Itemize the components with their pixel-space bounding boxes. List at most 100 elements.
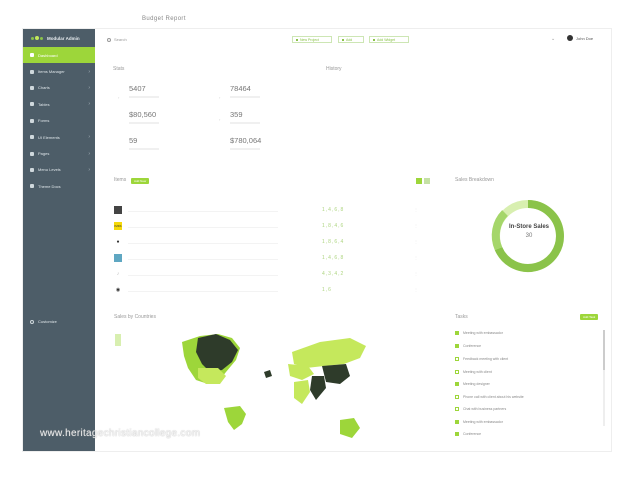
task-label: Meeting designer [463,382,490,386]
sidebar-item-label: Tables [38,101,50,107]
stat-caption [230,122,260,124]
watermark: www.heritagechristiancollege.com [40,428,201,439]
checkbox[interactable] [455,370,459,374]
item-menu-icon[interactable]: ⋮ [414,255,418,260]
search-input[interactable]: Search [107,37,127,42]
stat-value: $780,064 [230,136,262,145]
item-thumbnail [114,254,122,262]
tasks-title: Tasks [455,314,468,320]
stat-arrow-icon: › [118,95,120,100]
task-item[interactable]: Phone call with client about his website [455,395,524,399]
stat-caption [230,148,260,150]
book-icon [30,184,34,189]
stats-title: Stats [113,66,125,72]
task-label: Meeting with embassador [463,420,503,424]
logo-icon [31,36,43,40]
add-new-button[interactable]: Add New [131,178,150,184]
checkbox[interactable] [455,344,459,348]
file-icon [30,151,34,156]
sidebar-item-forms[interactable]: Forms [23,113,95,129]
map-zoom-controls[interactable] [115,334,121,346]
stat-value: $80,560 [129,110,157,119]
task-item[interactable]: Meeting with client [455,370,492,374]
plus-icon [373,38,375,41]
button-label: Add [346,37,353,42]
grid-icon [30,69,34,74]
map-region-china[interactable] [322,364,350,384]
map-region-uk[interactable] [264,370,272,378]
task-item[interactable]: Meeting designer [455,382,490,386]
sidebar-item-pages[interactable]: Pages › [23,145,95,161]
checkbox[interactable] [455,357,459,361]
stat-caption [129,122,159,124]
add-widget-button[interactable]: Add Widget [369,36,409,43]
checkbox[interactable] [455,395,459,399]
item-value: 1,8,4,6 [322,223,345,229]
item-menu-icon[interactable]: ⋮ [414,271,418,276]
brand[interactable]: Modular Admin [23,29,95,47]
sidebar-item-label: Menu Levels [38,167,61,173]
item-title-placeholder [128,243,278,244]
chevron-right-icon: › [88,68,90,75]
sidebar-item-ui-elements[interactable]: UI Elements › [23,129,95,145]
sidebar-item-theme-docs[interactable]: Theme Docs [23,178,95,194]
task-item[interactable]: Chat with business partners [455,407,506,411]
map-region-brazil[interactable] [224,406,246,430]
sidebar-item-items-manager[interactable]: Items Manager › [23,63,95,79]
new-project-button[interactable]: New Project [292,36,332,43]
customize-button[interactable]: Customize [30,319,57,324]
item-title-placeholder [128,259,278,260]
chevron-right-icon: › [88,84,90,91]
item-menu-icon[interactable]: ⋮ [414,207,418,212]
map-region-russia[interactable] [292,338,366,368]
task-label: Meeting with client [463,370,492,374]
add-task-button[interactable]: Add Task [580,314,599,320]
pencil-icon [30,118,34,123]
item-value: 1,6 [322,287,332,293]
task-item[interactable]: Conference [455,432,481,436]
notifications-chevron-icon[interactable]: ⌄ [551,36,555,42]
items-prev-button[interactable] [416,178,422,184]
chevron-right-icon: › [88,101,90,108]
stat-value: 359 [230,110,243,119]
sidebar-item-dashboard[interactable]: Dashboard [23,47,95,64]
item-thumbnail [114,206,122,214]
gear-icon [30,319,34,324]
map-region-australia[interactable] [340,418,360,438]
checkbox[interactable] [455,331,459,335]
items-title: Items [114,177,127,183]
item-menu-icon[interactable]: ⋮ [414,287,418,292]
history-title: History [326,66,342,72]
map-region-africa[interactable] [294,380,310,404]
user-menu[interactable]: John Doe [567,35,593,41]
task-item[interactable]: Feedback meeting with client [455,357,508,361]
task-item[interactable]: Meeting with embassador [455,331,503,335]
task-item[interactable]: Conference [455,344,481,348]
task-label: Phone call with client about his website [463,395,524,399]
stat-arrow-icon: › [219,117,221,122]
checkbox[interactable] [455,432,459,436]
add-button[interactable]: Add [338,36,364,43]
sidebar-item-charts[interactable]: Charts › [23,80,95,96]
item-thumbnail: ♪ [116,271,120,277]
map-region-india[interactable] [310,376,326,400]
item-title-placeholder [128,275,278,276]
checkbox[interactable] [455,407,459,411]
checkbox[interactable] [455,420,459,424]
item-menu-icon[interactable]: ⋮ [414,223,418,228]
checkbox[interactable] [455,382,459,386]
task-item[interactable]: Meeting with embassador [455,420,503,424]
task-label: Feedback meeting with client [463,357,509,361]
sidebar-item-tables[interactable]: Tables › [23,96,95,112]
sidebar-item-label: UI Elements [38,134,60,140]
sidebar-item-label: Dashboard [38,52,58,58]
brand-label: Modular Admin [47,35,80,41]
sidebar-item-menu-levels[interactable]: Menu Levels › [23,162,95,178]
sidebar-item-label: Forms [38,118,50,124]
donut-center-value: 30 [525,233,533,239]
items-next-button[interactable] [424,178,430,184]
desktop-icon [30,135,34,140]
item-menu-icon[interactable]: ⋮ [414,239,418,244]
item-value: 1,4,6,8 [322,255,345,261]
tasks-scrollbar-thumb[interactable] [603,330,605,370]
